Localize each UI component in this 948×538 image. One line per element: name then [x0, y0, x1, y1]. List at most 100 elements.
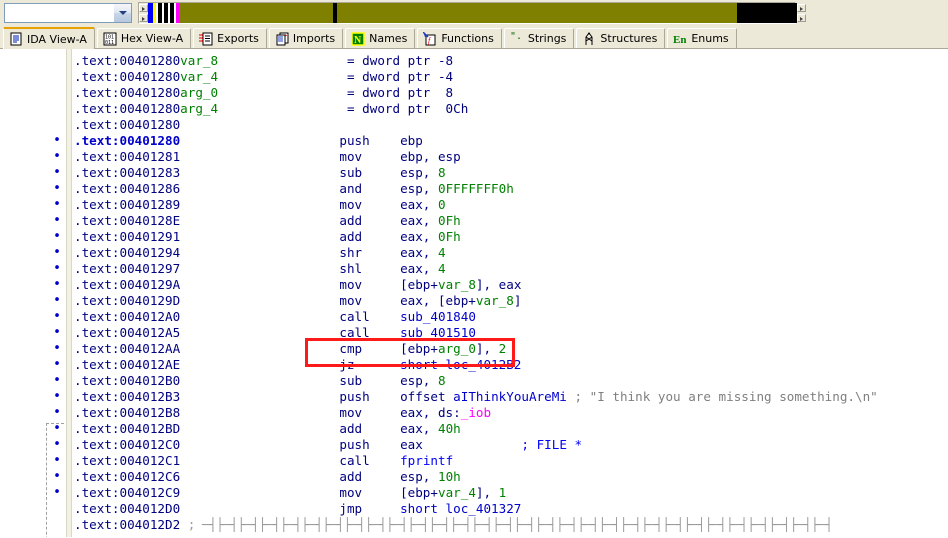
disassembly-line[interactable]: • .text:004012C9 mov [ebp+var_4], 1: [0, 485, 948, 501]
tab-strings[interactable]: "..."Strings: [503, 28, 575, 48]
navband-segments[interactable]: [148, 2, 797, 23]
breakpoint-dot-icon[interactable]: •: [52, 277, 62, 293]
line-token-ident[interactable]: var_8: [476, 293, 514, 308]
nav-down-arrow-icon[interactable]: [139, 13, 148, 22]
tab-names[interactable]: N Names: [345, 28, 416, 48]
disassembly-line[interactable]: • .text:004012AA cmp [ebp+arg_0], 2: [0, 341, 948, 357]
disassembly-line[interactable]: .text:00401280arg_0 = dword ptr 8: [0, 85, 948, 101]
disassembly-line[interactable]: • .text:0040129A mov [ebp+var_8], eax: [0, 277, 948, 293]
line-token-ident[interactable]: arg_4: [180, 101, 218, 116]
disassembly-line[interactable]: • .text:004012A5 call sub_401510: [0, 325, 948, 341]
tab-hex-view-a[interactable]: 101 011 Hex View-A: [96, 28, 192, 48]
line-token-libfn[interactable]: fprintf: [400, 453, 453, 468]
disassembly-line[interactable]: • .text:004012C0 push eax ; FILE *: [0, 437, 948, 453]
line-token-pad: [180, 373, 339, 388]
navband-segment[interactable]: [179, 2, 333, 23]
breakpoint-dot-icon[interactable]: •: [52, 357, 62, 373]
scroll-down-arrow-icon[interactable]: [797, 13, 806, 22]
breakpoint-dot-icon[interactable]: •: [52, 469, 62, 485]
breakpoint-dot-icon[interactable]: •: [52, 437, 62, 453]
disassembly-line[interactable]: • .text:00401280 push ebp: [0, 133, 948, 149]
disassembly-line[interactable]: • .text:004012C1 call fprintf: [0, 453, 948, 469]
disassembly-line[interactable]: • .text:0040128E add eax, 0Fh: [0, 213, 948, 229]
disassembly-line[interactable]: • .text:004012A0 call sub_401840: [0, 309, 948, 325]
breakpoint-dot-icon[interactable]: •: [52, 325, 62, 341]
disassembly-line[interactable]: • .text:00401286 and esp, 0FFFFFFF0h: [0, 181, 948, 197]
breakpoint-dot-icon[interactable]: •: [52, 213, 62, 229]
breakpoint-dot-icon[interactable]: •: [52, 309, 62, 325]
line-token-mnem: call: [339, 453, 370, 468]
tab-ida-view-a[interactable]: IDA View-A: [3, 27, 95, 49]
breakpoint-dot-icon[interactable]: •: [52, 165, 62, 181]
tab-functions[interactable]: f Functions: [417, 28, 502, 48]
line-token-xref[interactable]: sub_401510: [400, 325, 476, 340]
navband-scroll-group[interactable]: [797, 2, 806, 23]
disassembly-line[interactable]: .text:00401280var_4 = dword ptr -4: [0, 69, 948, 85]
disassembly-line[interactable]: • .text:00401281 mov ebp, esp: [0, 149, 948, 165]
breakpoint-dot-icon[interactable]: •: [52, 229, 62, 245]
disassembly-view[interactable]: .text:00401280var_8 = dword ptr -8 .text:…: [0, 49, 948, 537]
disassembly-line[interactable]: • .text:004012AE jz short loc_4012B2: [0, 357, 948, 373]
tab-enums[interactable]: En Enums: [667, 28, 737, 48]
line-token-mnem: mov: [339, 405, 363, 420]
disassembly-line[interactable]: .text:00401280var_8 = dword ptr -8: [0, 53, 948, 69]
breakpoint-dot-icon[interactable]: •: [52, 293, 62, 309]
breakpoint-dot-icon[interactable]: •: [52, 485, 62, 501]
disassembly-line[interactable]: • .text:0040129D mov eax, [ebp+var_8]: [0, 293, 948, 309]
disassembly-line[interactable]: • .text:00401294 shr eax, 4: [0, 245, 948, 261]
line-token-ident[interactable]: var_8: [438, 277, 476, 292]
disassembly-line[interactable]: .text:004012D0 jmp short loc_401327: [0, 501, 948, 517]
line-token-xref[interactable]: short loc_401327: [400, 501, 521, 516]
breakpoint-dot-icon[interactable]: •: [52, 181, 62, 197]
chevron-down-icon[interactable]: [113, 3, 131, 22]
disassembly-line[interactable]: • .text:00401291 add eax, 0Fh: [0, 229, 948, 245]
disassembly-line[interactable]: • .text:004012B0 sub esp, 8: [0, 373, 948, 389]
disassembly-line[interactable]: • .text:004012B8 mov eax, ds:_iob: [0, 405, 948, 421]
line-token-ident[interactable]: var_4: [180, 69, 218, 84]
breakpoint-dot-icon[interactable]: •: [52, 133, 62, 149]
disassembly-line-text: .text:0040128E add eax, 0Fh: [74, 213, 461, 229]
nav-up-arrow-icon[interactable]: [139, 3, 148, 12]
tab-exports[interactable]: Exports: [193, 28, 267, 48]
disassembly-line[interactable]: • .text:004012B3 push offset aIThinkYouAr…: [0, 389, 948, 405]
navband-arrow-group[interactable]: [139, 2, 148, 23]
navband-segment[interactable]: [737, 2, 797, 23]
navband-segment[interactable]: [337, 2, 737, 23]
jump-address-input[interactable]: [5, 3, 113, 22]
line-token-xref[interactable]: aIThinkYouAreMi: [453, 389, 567, 404]
line-token-kw: eax: [400, 437, 423, 452]
breakpoint-dot-icon[interactable]: •: [52, 453, 62, 469]
breakpoint-dot-icon[interactable]: •: [52, 245, 62, 261]
breakpoint-dot-icon[interactable]: •: [52, 261, 62, 277]
line-token-xref[interactable]: sub_401840: [400, 309, 476, 324]
line-token-kw: [ebp+: [400, 485, 438, 500]
breakpoint-dot-icon[interactable]: •: [52, 373, 62, 389]
breakpoint-dot-icon[interactable]: •: [52, 341, 62, 357]
disassembly-line[interactable]: • .text:004012BD add eax, 40h: [0, 421, 948, 437]
disassembly-line[interactable]: • .text:00401297 shl eax, 4: [0, 261, 948, 277]
navigation-band[interactable]: [138, 1, 806, 24]
disassembly-line[interactable]: • .text:00401283 sub esp, 8: [0, 165, 948, 181]
disassembly-line[interactable]: • .text:004012C6 add esp, 10h: [0, 469, 948, 485]
tab-imports[interactable]: Imports: [268, 28, 344, 48]
breakpoint-dot-icon[interactable]: •: [52, 405, 62, 421]
line-token-ident[interactable]: var_8: [180, 53, 218, 68]
line-token-dataref[interactable]: _iob: [461, 405, 491, 420]
breakpoint-dot-icon[interactable]: •: [52, 421, 62, 437]
breakpoint-dot-icon[interactable]: •: [52, 389, 62, 405]
line-address: .text:00401280: [74, 85, 181, 100]
line-token-xref[interactable]: short loc_4012B2: [400, 357, 521, 372]
disassembly-line[interactable]: .text:00401280: [0, 117, 948, 133]
disassembly-line[interactable]: • .text:00401289 mov eax, 0: [0, 197, 948, 213]
line-token-ident[interactable]: var_4: [438, 485, 476, 500]
disassembly-line[interactable]: .text:004012D2 ; ─┤├─┤├─┤├─┤├─┤├─┤├─┤├─┤…: [0, 517, 948, 533]
disassembly-line[interactable]: .text:00401280arg_4 = dword ptr 0Ch: [0, 101, 948, 117]
jump-address-combo[interactable]: [4, 2, 132, 23]
tab-structures[interactable]: Structures: [576, 28, 666, 48]
breakpoint-dot-icon[interactable]: •: [52, 197, 62, 213]
line-token-ident[interactable]: arg_0: [180, 85, 218, 100]
disassembly-line-list[interactable]: .text:00401280var_8 = dword ptr -8 .text:…: [0, 53, 948, 533]
scroll-up-arrow-icon[interactable]: [797, 3, 806, 12]
breakpoint-dot-icon[interactable]: •: [52, 149, 62, 165]
line-token-ident[interactable]: arg_0: [438, 341, 476, 356]
